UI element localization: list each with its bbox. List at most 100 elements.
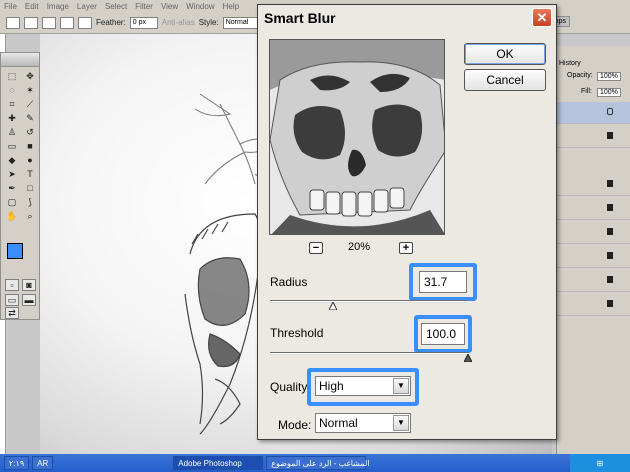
layer-row[interactable] — [557, 198, 630, 220]
taskbar-browser[interactable]: المشاغب - الرد على الموضوع — [266, 456, 370, 470]
lock-icon — [607, 252, 613, 259]
gradient-tool-icon[interactable]: ■ — [23, 140, 37, 152]
lock-icon — [607, 132, 613, 139]
windows-taskbar: ٢:١٩ AR Adobe Photoshop المشاغب - الرد ع… — [0, 454, 630, 472]
start-button[interactable]: ⊞ — [570, 454, 630, 472]
shape-tool-icon[interactable]: □ — [23, 182, 37, 194]
new-selection-icon[interactable] — [24, 16, 38, 29]
cancel-button[interactable]: Cancel — [464, 69, 546, 91]
zoom-in-button[interactable]: + — [399, 242, 413, 254]
zoom-out-button[interactable]: − — [309, 242, 323, 254]
intersect-selection-icon[interactable] — [78, 16, 92, 29]
marquee-tool-icon[interactable]: ⬚ — [5, 70, 19, 82]
taskbar-photoshop[interactable]: Adobe Photoshop — [173, 456, 264, 470]
marquee-tool-preset[interactable] — [6, 16, 20, 29]
close-icon: ✕ — [536, 9, 548, 25]
skull-preview-image — [270, 40, 444, 234]
feather-label: Feather: — [96, 18, 126, 27]
chevron-down-icon[interactable]: ▼ — [393, 415, 409, 431]
menu-view[interactable]: View — [161, 2, 178, 11]
plus-icon: + — [402, 242, 410, 254]
clone-stamp-icon[interactable]: ♙ — [5, 126, 19, 138]
threshold-slider-thumb[interactable] — [464, 354, 472, 362]
subtract-selection-icon[interactable] — [60, 16, 74, 29]
fill-input[interactable]: 100% — [597, 88, 621, 97]
slice-tool-icon[interactable]: ⟋ — [23, 98, 37, 110]
foreground-color-swatch[interactable] — [7, 243, 23, 259]
windows-logo-icon: ⊞ — [596, 458, 604, 468]
zoom-tool-icon[interactable]: ⌕ — [23, 210, 37, 222]
tools-panel: ⬚ ✥ ◌ ✶ ⌗ ⟋ ✚ ✎ ♙ ↺ ▭ ■ ◆ ● ➤ T ✒ □ ▢ ⟆ … — [0, 52, 40, 320]
mode-value: Normal — [319, 416, 358, 430]
lock-icon — [607, 228, 613, 235]
taskbar-language[interactable]: AR — [32, 456, 54, 470]
standard-mode-icon[interactable]: ▫ — [5, 279, 19, 291]
menu-select[interactable]: Select — [105, 2, 127, 11]
blur-preview[interactable] — [269, 39, 445, 235]
layer-row[interactable] — [557, 294, 630, 316]
lasso-tool-icon[interactable]: ◌ — [5, 84, 19, 96]
radius-slider-track[interactable] — [270, 300, 468, 303]
threshold-input[interactable]: 100.0 — [421, 323, 465, 345]
screen-mode-full-icon[interactable]: ▬ — [22, 294, 36, 306]
menu-file[interactable]: File — [4, 2, 17, 11]
hand-tool-icon[interactable]: ✋ — [5, 210, 19, 222]
taskbar-clock[interactable]: ٢:١٩ — [4, 456, 30, 470]
radius-input[interactable]: 31.7 — [419, 271, 467, 293]
layer-row[interactable] — [557, 126, 630, 148]
layer-row[interactable] — [557, 174, 630, 196]
minus-icon: − — [312, 242, 320, 254]
menu-layer[interactable]: Layer — [77, 2, 97, 11]
pen-tool-icon[interactable]: ✒ — [5, 182, 19, 194]
brush-tool-icon[interactable]: ✎ — [23, 112, 37, 124]
quality-select[interactable]: High ▼ — [315, 376, 411, 396]
smart-blur-dialog: Smart Blur ✕ OK Cancel − 20% + Radius 31… — [257, 4, 557, 440]
radius-label: Radius — [270, 275, 308, 289]
mode-label: Mode: — [278, 418, 312, 432]
type-tool-icon[interactable]: T — [23, 168, 37, 180]
mode-select[interactable]: Normal ▼ — [315, 413, 411, 433]
history-brush-icon[interactable]: ↺ — [23, 126, 37, 138]
layer-row[interactable] — [557, 222, 630, 244]
dialog-titlebar[interactable]: Smart Blur ✕ — [258, 5, 556, 29]
menu-edit[interactable]: Edit — [25, 2, 39, 11]
menu-filter[interactable]: Filter — [135, 2, 153, 11]
feather-input[interactable]: 0 px — [129, 16, 158, 29]
layer-row[interactable] — [557, 270, 630, 292]
crop-tool-icon[interactable]: ⌗ — [5, 98, 19, 110]
lock-icon — [607, 204, 613, 211]
menu-image[interactable]: Image — [47, 2, 69, 11]
close-button[interactable]: ✕ — [532, 8, 552, 27]
healing-brush-icon[interactable]: ✚ — [5, 112, 19, 124]
notes-tool-icon[interactable]: ▢ — [5, 196, 19, 208]
dodge-tool-icon[interactable]: ● — [23, 154, 37, 166]
radius-slider-thumb[interactable] — [328, 302, 337, 310]
layer-row[interactable] — [557, 102, 630, 124]
eyedropper-tool-icon[interactable]: ⟆ — [23, 196, 37, 208]
path-select-icon[interactable]: ➤ — [5, 168, 19, 180]
dialog-title: Smart Blur — [264, 10, 336, 26]
jump-to-imageready-icon[interactable]: ⇄ — [5, 307, 19, 319]
menu-window[interactable]: Window — [186, 2, 214, 11]
lock-icon — [607, 108, 613, 115]
threshold-slider-track[interactable] — [270, 352, 468, 355]
tools-panel-grip[interactable] — [1, 53, 39, 67]
history-tab[interactable]: History — [559, 60, 581, 67]
opacity-input[interactable]: 100% — [597, 72, 621, 81]
blur-tool-icon[interactable]: ◆ — [5, 154, 19, 166]
eraser-tool-icon[interactable]: ▭ — [5, 140, 19, 152]
magic-wand-tool-icon[interactable]: ✶ — [23, 84, 37, 96]
chevron-down-icon[interactable]: ▼ — [393, 378, 409, 394]
layer-row[interactable] — [557, 246, 630, 268]
screen-mode-standard-icon[interactable]: ▭ — [5, 294, 19, 306]
ok-button[interactable]: OK — [464, 43, 546, 65]
threshold-label: Threshold — [270, 326, 324, 340]
add-selection-icon[interactable] — [42, 16, 56, 29]
quick-mask-icon[interactable]: ◙ — [22, 279, 36, 291]
move-tool-icon[interactable]: ✥ — [23, 70, 37, 82]
lock-icon — [607, 300, 613, 307]
lock-icon — [607, 180, 613, 187]
antialias-label: Anti-alias — [161, 18, 195, 27]
menu-help[interactable]: Help — [223, 2, 239, 11]
screen: File Edit Image Layer Select Filter View… — [0, 0, 630, 472]
